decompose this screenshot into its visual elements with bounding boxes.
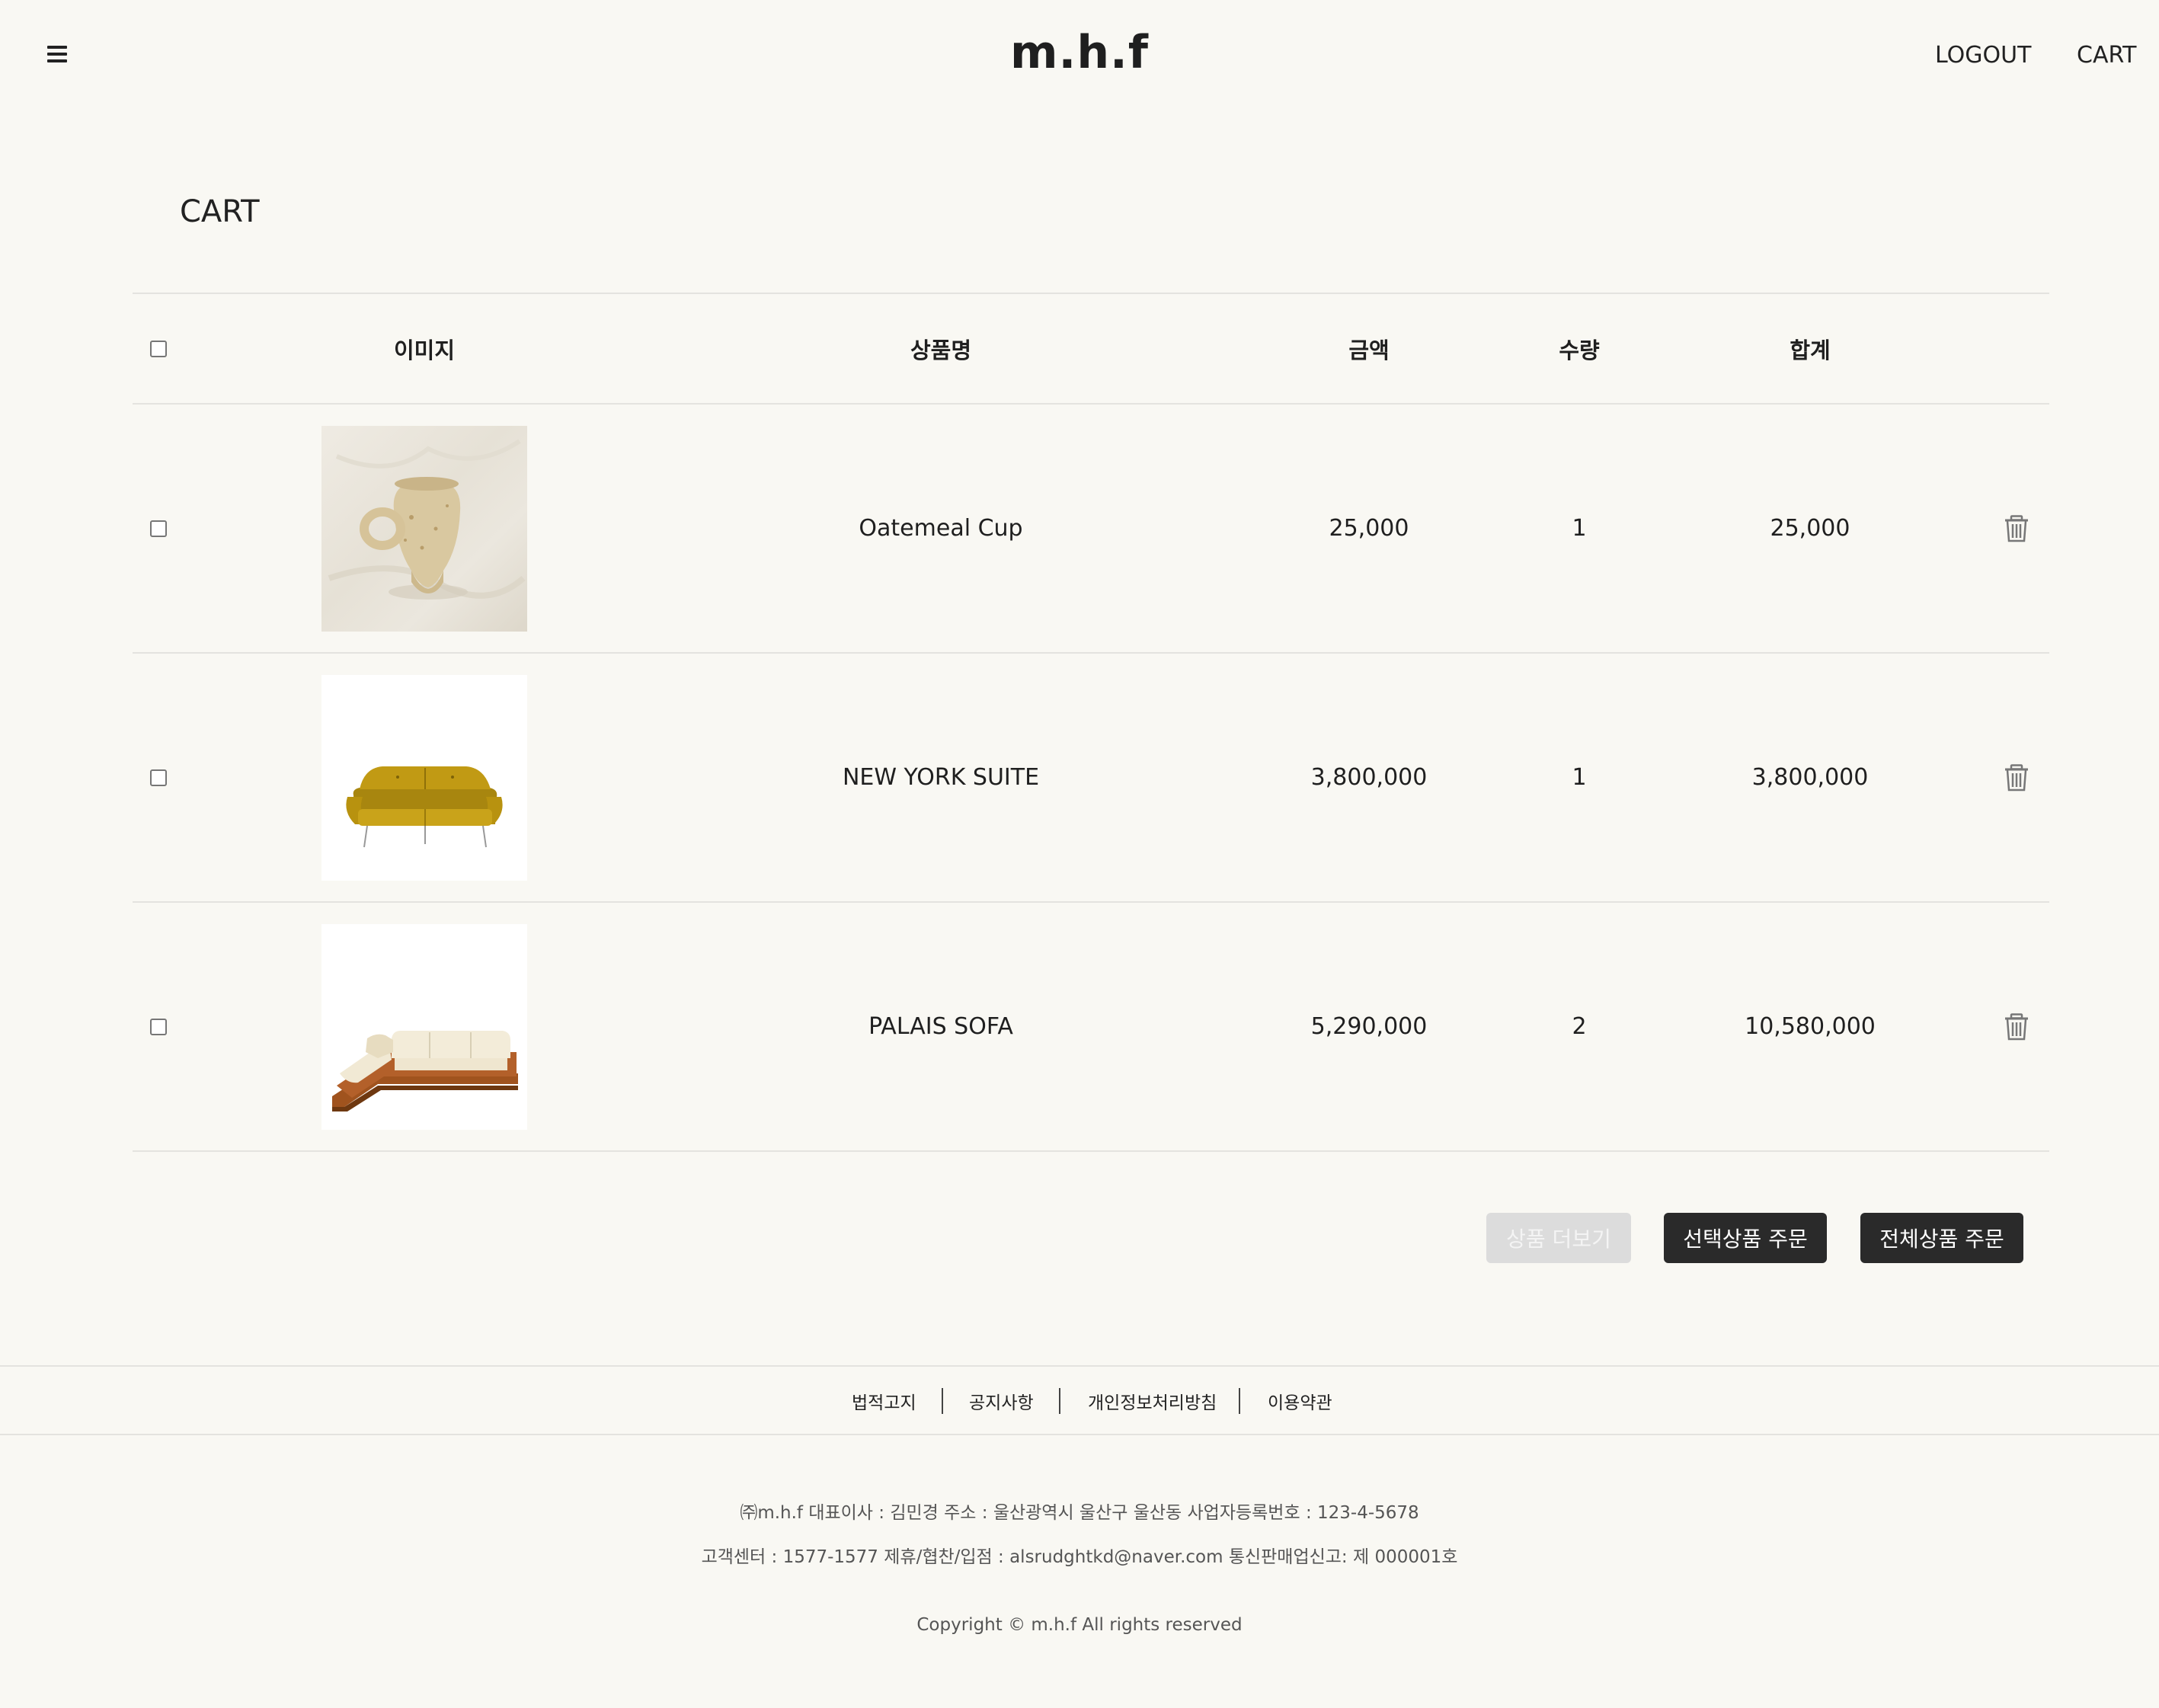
product-thumbnail-sofa-sectional[interactable] [321, 923, 527, 1130]
product-total: 10,580,000 [1745, 1013, 1876, 1040]
footer-link-notice[interactable]: 공지사항 [969, 1388, 1034, 1414]
row-check-cell [133, 654, 184, 901]
logout-link[interactable]: LOGOUT [1935, 42, 2031, 69]
row-price-cell: 5,290,000 [1217, 903, 1521, 1150]
table-row: NEW YORK SUITE 3,800,000 1 3,800,000 [133, 652, 2049, 901]
product-name[interactable]: NEW YORK SUITE [843, 764, 1039, 791]
page-title: CART [180, 194, 260, 229]
column-header-total: 합계 [1790, 337, 1831, 363]
header-check-cell [133, 294, 184, 403]
row-check-cell [133, 903, 184, 1150]
yellow-sofa-image [346, 766, 503, 847]
row-delete-cell [1984, 903, 2049, 1150]
footer-nav: 법적고지 공지사항 개인정보처리방침 이용약관 [0, 1365, 2159, 1435]
cup-image [328, 439, 526, 600]
footer-divider [942, 1388, 943, 1414]
footer-link-legal[interactable]: 법적고지 [852, 1388, 916, 1414]
load-more-button[interactable]: 상품 더보기 [1486, 1213, 1631, 1263]
cart-table: 이미지 상품명 금액 수량 합계 Oatemeal Cup 25,000 1 2… [133, 293, 2049, 1152]
column-header-quantity: 수량 [1559, 337, 1600, 363]
header-quantity-cell: 수량 [1522, 294, 1636, 403]
logo-text[interactable]: m.h.f [1010, 26, 1149, 79]
product-price: 3,800,000 [1310, 764, 1428, 791]
product-name[interactable]: PALAIS SOFA [868, 1013, 1013, 1040]
header-image-cell: 이미지 [184, 294, 664, 403]
row-check-cell [133, 405, 184, 652]
footer-divider [1059, 1388, 1060, 1414]
footer-link-terms[interactable]: 이용약관 [1268, 1388, 1332, 1414]
product-thumbnail-cup[interactable] [321, 425, 527, 632]
order-selected-button[interactable]: 선택상품 주문 [1664, 1213, 1827, 1263]
header-name-cell: 상품명 [666, 294, 1216, 403]
table-row: Oatemeal Cup 25,000 1 25,000 [133, 403, 2049, 652]
table-header-row: 이미지 상품명 금액 수량 합계 [133, 293, 2049, 403]
row-name-cell: NEW YORK SUITE [666, 654, 1216, 901]
order-all-button[interactable]: 전체상품 주문 [1860, 1213, 2023, 1263]
product-quantity: 1 [1572, 515, 1587, 542]
row-checkbox[interactable] [150, 520, 167, 537]
site-header: m.h.f LOGOUT CART [0, 0, 2159, 110]
row-image-cell [184, 903, 664, 1150]
row-delete-cell [1984, 405, 2049, 652]
product-price: 5,290,000 [1310, 1013, 1428, 1040]
product-quantity: 1 [1572, 764, 1587, 791]
header-price-cell: 금액 [1217, 294, 1521, 403]
sectional-sofa-image [332, 1030, 518, 1111]
row-total-cell: 10,580,000 [1638, 903, 1982, 1150]
row-quantity-cell: 1 [1522, 405, 1636, 652]
trash-icon[interactable] [2004, 763, 2029, 792]
footer-contact-info: 고객센터 : 1577-1577 제휴/협찬/입점 : alsrudghtkd@… [701, 1547, 1458, 1567]
product-total: 25,000 [1770, 515, 1850, 542]
footer-link-privacy[interactable]: 개인정보처리방침 [1088, 1388, 1217, 1414]
table-row: PALAIS SOFA 5,290,000 2 10,580,000 [133, 901, 2049, 1152]
row-image-cell [184, 405, 664, 652]
site-logo[interactable]: m.h.f [0, 26, 2159, 79]
select-all-checkbox[interactable] [150, 340, 167, 357]
row-quantity-cell: 1 [1522, 654, 1636, 901]
row-total-cell: 3,800,000 [1638, 654, 1982, 901]
trash-icon[interactable] [2004, 1012, 2029, 1041]
row-price-cell: 25,000 [1217, 405, 1521, 652]
column-header-image: 이미지 [393, 337, 456, 363]
footer-copyright: Copyright © m.h.f All rights reserved [916, 1615, 1243, 1635]
product-thumbnail-sofa-yellow[interactable] [321, 674, 527, 881]
cart-link[interactable]: CART [2077, 42, 2136, 69]
footer-company-info: ㈜m.h.f 대표이사 : 김민경 주소 : 울산광역시 울산구 울산동 사업자… [740, 1503, 1419, 1523]
column-header-price: 금액 [1348, 337, 1390, 363]
row-checkbox[interactable] [150, 769, 167, 786]
column-header-name: 상품명 [910, 337, 972, 363]
row-image-cell [184, 654, 664, 901]
row-quantity-cell: 2 [1522, 903, 1636, 1150]
footer-divider [1239, 1388, 1240, 1414]
row-checkbox[interactable] [150, 1018, 167, 1035]
row-delete-cell [1984, 654, 2049, 901]
trash-icon[interactable] [2004, 514, 2029, 542]
row-name-cell: Oatemeal Cup [666, 405, 1216, 652]
product-total: 3,800,000 [1751, 764, 1869, 791]
row-price-cell: 3,800,000 [1217, 654, 1521, 901]
product-quantity: 2 [1572, 1013, 1587, 1040]
product-name[interactable]: Oatemeal Cup [859, 515, 1022, 542]
row-total-cell: 25,000 [1638, 405, 1982, 652]
product-price: 25,000 [1329, 515, 1409, 542]
row-name-cell: PALAIS SOFA [666, 903, 1216, 1150]
header-total-cell: 합계 [1638, 294, 1982, 403]
